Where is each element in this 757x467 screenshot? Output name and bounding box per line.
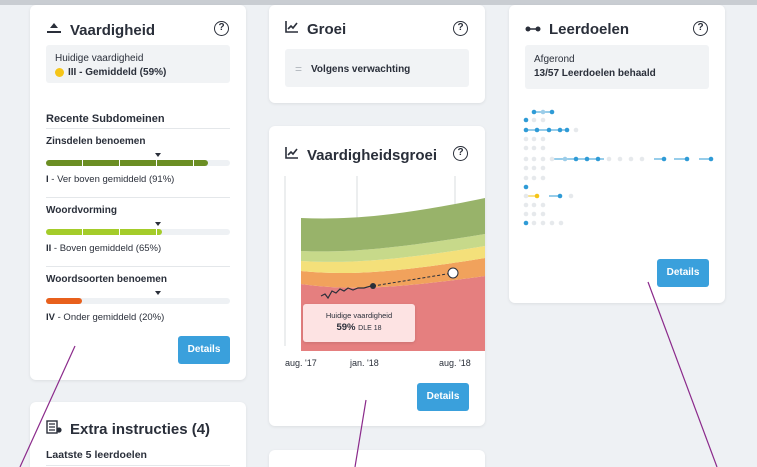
extra-instructies-subtitle: Laatste 5 leerdoelen	[46, 449, 147, 461]
vaardigheidsgroei-card: Vaardigheidsgroei ? Huidige vaardigheid …	[269, 126, 485, 426]
bar-segment	[193, 160, 194, 166]
vaardigheid-help-icon[interactable]: ?	[214, 21, 229, 36]
x-axis-label: jan. '18	[350, 358, 379, 368]
vaardigheidsgroei-details-button[interactable]: Details	[417, 383, 469, 411]
subdomain-name: Woordvorming	[46, 205, 117, 216]
recent-subdomains-title: Recente Subdomeinen	[46, 113, 165, 125]
leerdoelen-card: Leerdoelen ? Afgerond 13/57 Leerdoelen b…	[509, 5, 725, 303]
vaardigheidsgroei-header: Vaardigheidsgroei	[285, 146, 437, 164]
instructions-list-icon	[46, 420, 62, 439]
subdomain-bar	[46, 291, 230, 304]
goals-dot-matrix[interactable]	[509, 105, 725, 245]
groei-status-box: = Volgens verwachting	[285, 49, 469, 87]
bar-segment	[119, 160, 120, 166]
leerdoelen-status-box: Afgerond 13/57 Leerdoelen behaald	[525, 45, 709, 89]
level-dot-icon	[55, 68, 64, 77]
vaardigheidsgroei-help-icon[interactable]: ?	[453, 146, 468, 161]
leerdoelen-header: Leerdoelen	[525, 20, 629, 38]
progress-dots-icon	[525, 20, 541, 38]
tooltip-label: Huidige vaardigheid	[325, 311, 393, 320]
tooltip-value: 59%	[336, 322, 356, 333]
subdomain-item[interactable]: Zinsdelen benoemen I - Ver boven gemidde…	[46, 136, 230, 185]
leerdoelen-status-label: Afgerond	[534, 54, 575, 65]
subdomain-name: Woordsoorten benoemen	[46, 274, 167, 285]
leerdoelen-help-icon[interactable]: ?	[693, 21, 708, 36]
x-axis-label: aug. '18	[439, 358, 471, 368]
average-marker	[155, 222, 161, 226]
subdomain-bar	[46, 222, 230, 235]
subdomain-item[interactable]: Woordsoorten benoemen IV - Onder gemidde…	[46, 274, 230, 323]
extra-instructies-card: Extra instructies (4) Laatste 5 leerdoel…	[30, 402, 246, 467]
average-marker	[155, 291, 161, 295]
tooltip-suffix: DLE 18	[358, 325, 382, 332]
chart-tooltip: Huidige vaardigheid 59% DLE 18	[303, 304, 415, 342]
bar-segment	[119, 229, 120, 235]
leerdoelen-status-value: 13/57 Leerdoelen behaald	[534, 68, 656, 79]
bar-segment	[82, 160, 83, 166]
vaardigheid-header: Vaardigheid	[46, 21, 155, 39]
subdomain-level: IV - Onder gemiddeld (20%)	[46, 312, 165, 323]
groei-title: Groei	[307, 20, 347, 38]
groei-value: Volgens verwachting	[311, 64, 411, 75]
subdomain-bar-fill	[46, 160, 208, 166]
extra-instructies-header: Extra instructies (4)	[46, 420, 210, 439]
current-skill-value: III - Gemiddeld (59%)	[68, 67, 167, 78]
subdomain-bar-fill	[46, 229, 162, 235]
divider	[46, 128, 230, 129]
vaardigheid-title: Vaardigheid	[70, 21, 156, 39]
tooltip-value-row: 59% DLE 18	[303, 322, 415, 333]
annotation-line	[647, 281, 718, 467]
projected-point	[447, 267, 459, 279]
groei-card: Groei ? = Volgens verwachting	[269, 5, 485, 103]
line-chart-icon	[285, 20, 299, 38]
extra-instructies-title: Extra instructies (4)	[70, 421, 211, 438]
current-point	[370, 283, 376, 289]
lower-middle-card	[269, 450, 485, 467]
line-chart-icon	[285, 146, 299, 164]
vaardigheid-card: Vaardigheid ? Huidige vaardigheid III - …	[30, 5, 246, 380]
divider	[46, 266, 230, 267]
leerdoelen-title: Leerdoelen	[549, 20, 630, 38]
divider	[46, 197, 230, 198]
subdomain-name: Zinsdelen benoemen	[46, 136, 146, 147]
groei-help-icon[interactable]: ?	[453, 21, 468, 36]
x-axis-label: aug. '17	[285, 358, 317, 368]
subdomain-item[interactable]: Woordvorming II - Boven gemiddeld (65%)	[46, 205, 230, 254]
bar-segment	[156, 229, 157, 235]
subdomain-level: II - Boven gemiddeld (65%)	[46, 243, 162, 254]
vaardigheid-details-button[interactable]: Details	[178, 336, 230, 364]
bar-segment	[156, 160, 157, 166]
subdomain-bar	[46, 153, 230, 166]
average-marker	[155, 153, 161, 157]
level-icon	[46, 21, 62, 39]
subdomain-bar-fill	[46, 298, 82, 304]
equals-icon: =	[295, 62, 303, 76]
groei-header: Groei	[285, 20, 346, 38]
current-skill-row: III - Gemiddeld (59%)	[55, 67, 166, 78]
divider	[46, 465, 230, 466]
current-skill-box: Huidige vaardigheid III - Gemiddeld (59%…	[46, 45, 230, 83]
growth-chart	[284, 176, 485, 351]
vaardigheidsgroei-title: Vaardigheidsgroei	[307, 146, 438, 164]
bar-segment	[82, 229, 83, 235]
leerdoelen-details-button[interactable]: Details	[657, 259, 709, 287]
subdomain-level: I - Ver boven gemiddeld (91%)	[46, 174, 175, 185]
current-skill-label: Huidige vaardigheid	[55, 53, 144, 64]
